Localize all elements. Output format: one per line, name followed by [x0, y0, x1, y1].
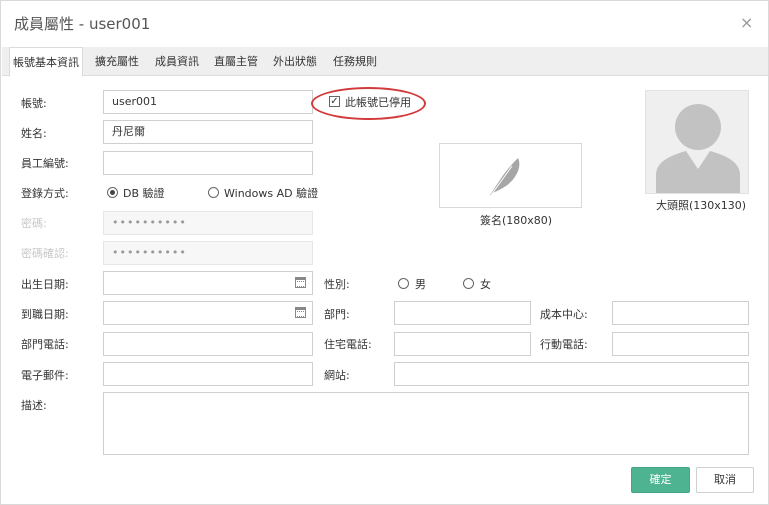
cost-center-label: 成本中心:: [540, 308, 588, 321]
calendar-icon[interactable]: [295, 277, 306, 288]
ok-button[interactable]: 確定: [631, 467, 690, 493]
member-properties-dialog: 成員屬性 - user001 × 帳號基本資訊 擴充屬性 成員資訊 直屬主管 外…: [0, 0, 769, 505]
hire-date-label: 到職日期:: [21, 308, 69, 321]
feather-icon: [488, 158, 520, 199]
login-db-radio[interactable]: [107, 187, 118, 198]
dialog-title: 成員屬性 - user001: [14, 15, 151, 33]
hire-date-input[interactable]: [103, 301, 313, 325]
login-db-label: DB 驗證: [123, 187, 165, 200]
description-textarea[interactable]: [103, 392, 749, 455]
gender-label: 性別:: [324, 278, 350, 291]
gender-male-label: 男: [415, 278, 426, 291]
email-input[interactable]: [103, 362, 313, 386]
description-label: 描述:: [21, 399, 47, 412]
cost-center-input[interactable]: [612, 301, 749, 325]
employee-no-input[interactable]: [103, 151, 313, 175]
password-label: 密碼:: [21, 217, 47, 230]
photo-caption: 大頭照(130x130): [656, 199, 747, 212]
calendar-icon[interactable]: [295, 307, 306, 318]
annotation-highlight-ellipse: [311, 87, 426, 120]
employee-no-label: 員工編號:: [21, 157, 69, 170]
signature-caption: 簽名(180x80): [480, 214, 553, 227]
dept-phone-input[interactable]: [103, 332, 313, 356]
tab-direct-manager[interactable]: 直屬主管: [209, 47, 263, 76]
login-windows-ad-radio[interactable]: [208, 187, 219, 198]
name-label: 姓名:: [21, 127, 47, 140]
mobile-phone-label: 行動電話:: [540, 338, 588, 351]
home-phone-input[interactable]: [394, 332, 531, 356]
password-input: ••••••••••: [103, 211, 313, 235]
login-method-label: 登錄方式:: [21, 187, 69, 200]
signature-upload-box[interactable]: [439, 143, 582, 208]
login-windows-ad-label: Windows AD 驗證: [224, 187, 319, 200]
close-icon[interactable]: ×: [740, 14, 753, 32]
password-confirm-input: ••••••••••: [103, 241, 313, 265]
department-input[interactable]: [394, 301, 531, 325]
account-input[interactable]: user001: [103, 90, 313, 114]
tab-out-status[interactable]: 外出狀態: [268, 47, 322, 76]
tab-member-info[interactable]: 成員資訊: [150, 47, 204, 76]
mobile-phone-input[interactable]: [612, 332, 749, 356]
gender-male-radio[interactable]: [398, 278, 409, 289]
gender-female-label: 女: [480, 278, 491, 291]
tab-account-basic[interactable]: 帳號基本資訊: [9, 47, 83, 77]
dept-phone-label: 部門電話:: [21, 338, 69, 351]
name-input[interactable]: 丹尼爾: [103, 120, 313, 144]
tab-task-rules[interactable]: 任務規則: [328, 47, 382, 76]
avatar-silhouette-icon: [656, 104, 740, 193]
website-label: 網站:: [324, 369, 350, 382]
cancel-button[interactable]: 取消: [696, 467, 754, 493]
birth-date-input[interactable]: [103, 271, 313, 295]
tab-bar: 帳號基本資訊 擴充屬性 成員資訊 直屬主管 外出狀態 任務規則: [2, 47, 768, 77]
home-phone-label: 住宅電話:: [324, 338, 372, 351]
tab-extended-attributes[interactable]: 擴充屬性: [90, 47, 144, 76]
photo-upload-box[interactable]: [645, 90, 749, 194]
email-label: 電子郵件:: [21, 369, 69, 382]
website-input[interactable]: [394, 362, 749, 386]
password-confirm-label: 密碼確認:: [21, 247, 69, 260]
account-label: 帳號:: [21, 97, 47, 110]
department-label: 部門:: [324, 308, 350, 321]
gender-female-radio[interactable]: [463, 278, 474, 289]
birth-date-label: 出生日期:: [21, 278, 69, 291]
